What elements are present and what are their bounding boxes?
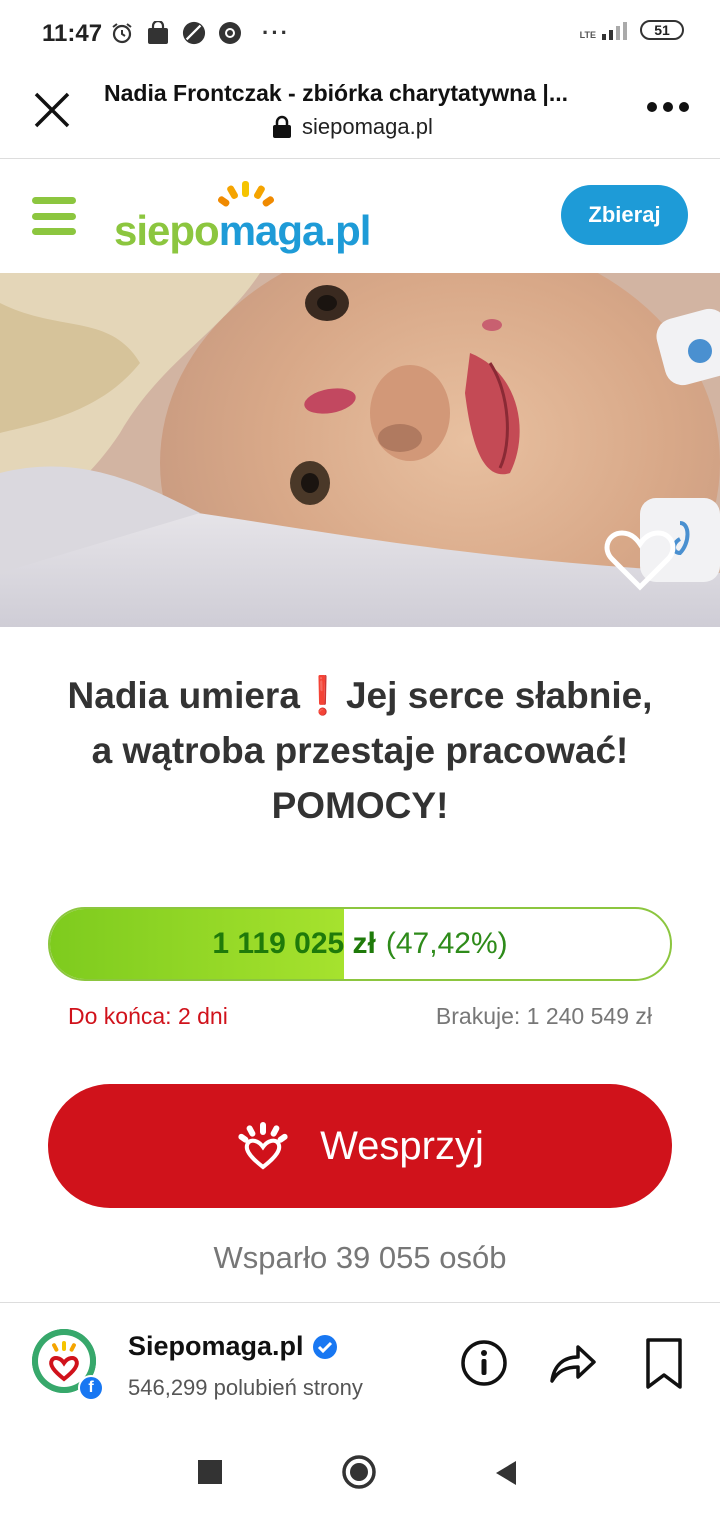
helping-heart-icon — [238, 1122, 288, 1170]
fb-page-likes: 546,299 polubień strony — [128, 1375, 363, 1400]
dot-icon — [647, 102, 657, 112]
fb-page-name-text: Siepomaga.pl — [128, 1331, 304, 1361]
site-header: siepomaga.pl Zbieraj — [0, 159, 720, 272]
logo-text-green: siepo — [114, 207, 220, 254]
more-notifications-icon: ··· — [262, 20, 290, 45]
home-icon — [342, 1455, 376, 1489]
url-display[interactable]: siepomaga.pl — [272, 114, 433, 140]
amount-raised: 1 119 025 zł — [212, 927, 376, 960]
hamburger-line — [32, 228, 76, 235]
back-button[interactable] — [494, 1460, 518, 1491]
verified-badge-icon — [312, 1334, 337, 1359]
percent-raised: (47,42%) — [385, 927, 508, 960]
chrome-icon — [218, 21, 242, 45]
logo-text: siepomaga.pl — [114, 207, 372, 255]
fb-page-name[interactable]: Siepomaga.pl — [128, 1331, 338, 1362]
lock-icon — [273, 115, 291, 138]
logo-text-blue: maga.pl — [218, 207, 372, 254]
campaign-headline: Nadia umiera❗Jej serce słabnie, a wątrob… — [20, 668, 700, 833]
info-button[interactable] — [460, 1339, 508, 1392]
favorite-button[interactable] — [604, 529, 676, 593]
more-options-button[interactable] — [644, 92, 692, 122]
info-icon — [461, 1340, 507, 1386]
save-button[interactable] — [644, 1337, 684, 1396]
hamburger-line — [32, 197, 76, 204]
menu-button[interactable] — [32, 197, 76, 235]
donation-progress-bar: 1 119 025 zł (47,42%) — [48, 907, 672, 981]
status-icons: ··· — [110, 20, 290, 46]
bookmark-icon — [646, 1338, 682, 1389]
missing-amount: Brakuje: 1 240 549 zł — [435, 1003, 652, 1029]
facebook-icon: f — [78, 1375, 104, 1401]
browser-toolbar: Nadia Frontczak - zbiórka charytatywna |… — [0, 70, 720, 159]
close-button[interactable] — [30, 88, 74, 132]
headline-part: Jej serce słabnie, — [345, 675, 653, 716]
shopping-bag-icon — [146, 21, 170, 45]
hamburger-line — [32, 212, 76, 220]
url-text: siepomaga.pl — [302, 114, 433, 139]
dot-icon — [679, 102, 689, 112]
campaign-photo — [0, 273, 720, 627]
headline-line2: a wątroba przestaje pracować! — [91, 730, 629, 771]
headline-line3: POMOCY! — [271, 785, 449, 826]
close-icon — [34, 92, 70, 128]
progress-label: 1 119 025 zł (47,42%) — [50, 909, 670, 979]
headline-part: Nadia umiera — [67, 675, 300, 716]
share-button[interactable] — [548, 1339, 598, 1390]
exclamation-icon: ❗ — [299, 675, 346, 716]
battery-icon: 51 — [640, 20, 684, 40]
donate-button[interactable]: Wesprzyj — [48, 1084, 672, 1208]
alarm-icon — [110, 21, 134, 45]
signal-icon: LTE — [580, 20, 630, 40]
share-icon — [550, 1345, 596, 1383]
status-bar: 11:47 ··· LTE 51 — [0, 0, 720, 70]
vpn-icon — [182, 21, 206, 45]
facebook-page-bar: f Siepomaga.pl 546,299 polubień strony — [0, 1302, 720, 1426]
supporters-count: Wsparło 39 055 osób — [213, 1240, 507, 1275]
collect-button[interactable]: Zbieraj — [561, 185, 688, 245]
network-type: LTE — [579, 30, 596, 40]
back-icon — [496, 1461, 516, 1485]
heart-icon — [604, 530, 676, 591]
siepomaga-logo[interactable]: siepomaga.pl — [114, 181, 414, 261]
headline-line1: Nadia umiera❗Jej serce słabnie, — [20, 668, 700, 723]
status-right: LTE 51 — [580, 20, 684, 40]
donate-label: Wesprzyj — [320, 1123, 484, 1168]
dot-icon — [663, 102, 673, 112]
status-time: 11:47 — [42, 20, 103, 47]
page-title: Nadia Frontczak - zbiórka charytatywna |… — [104, 80, 569, 106]
home-button[interactable] — [341, 1454, 377, 1490]
deadline-text: Do końca: 2 dni — [68, 1003, 228, 1029]
recent-apps-button[interactable] — [198, 1460, 222, 1484]
system-navigation-bar — [0, 1425, 720, 1520]
